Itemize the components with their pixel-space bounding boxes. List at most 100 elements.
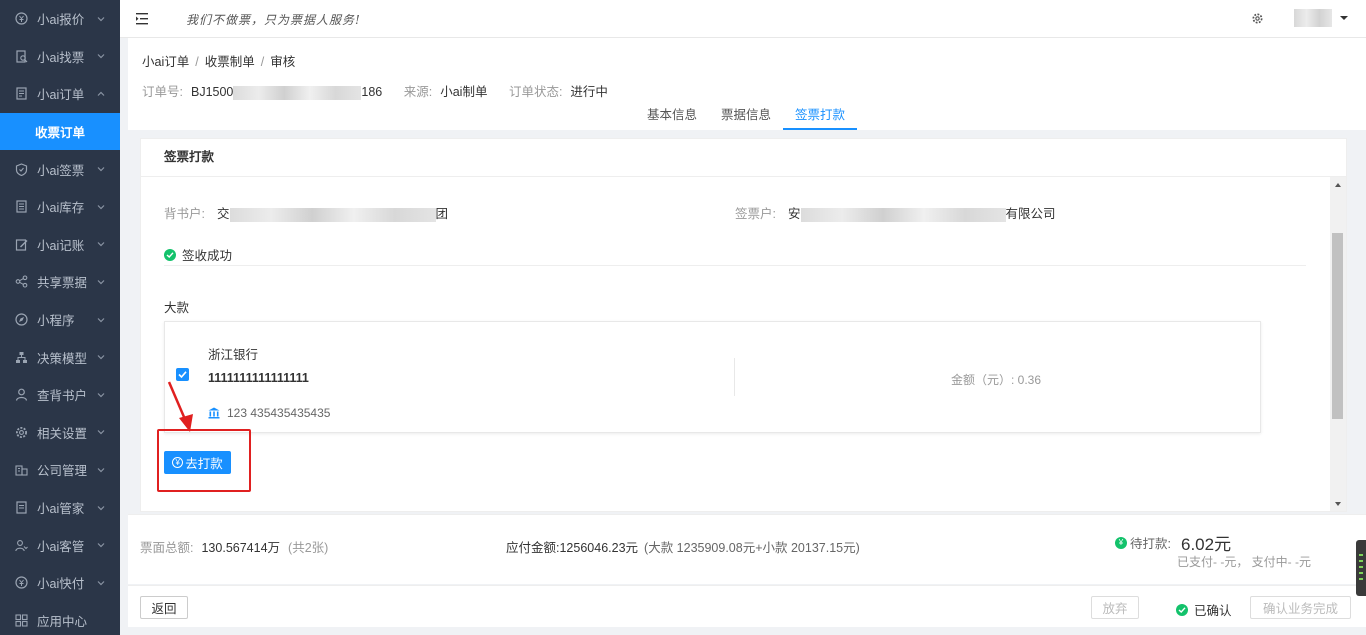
- sidebar-item-label: 小程序: [37, 314, 75, 329]
- compass-icon: [14, 313, 28, 327]
- panel-title: 签票打款: [141, 139, 1346, 177]
- check-circle-icon: [1176, 603, 1188, 616]
- menu-fold-icon[interactable]: [136, 12, 150, 26]
- scrollbar[interactable]: [1330, 177, 1346, 511]
- redacted-block: [800, 207, 1006, 222]
- breadcrumb: 小ai订单 / 收票制单 / 审核: [142, 55, 296, 69]
- tab-basic-info[interactable]: 基本信息: [635, 100, 709, 130]
- payable-value: 1256046.23元: [559, 541, 639, 555]
- chevron-down-icon: [97, 355, 105, 360]
- total-label: 票面总额:: [140, 541, 194, 555]
- sidebar-item-15[interactable]: 小ai快付: [0, 564, 120, 602]
- chevron-down-icon: [97, 167, 105, 172]
- sidebar-item-label: 决策模型: [37, 351, 88, 366]
- sidebar-item-16[interactable]: 应用中心: [0, 602, 120, 635]
- sidebar-item-13[interactable]: 小ai管家: [0, 489, 120, 527]
- sidebar-item-12[interactable]: 公司管理: [0, 451, 120, 489]
- sidebar-item-8[interactable]: 小程序: [0, 301, 120, 339]
- breadcrumb-item: 审核: [270, 55, 296, 69]
- payable-amount: 应付金额:1256046.23元 (大款 1235909.08元+小款 20137…: [506, 537, 860, 556]
- give-up-button[interactable]: 放弃: [1091, 596, 1139, 619]
- sidebar-item-9[interactable]: 决策模型: [0, 338, 120, 376]
- sidebar-item-6[interactable]: 小ai记账: [0, 226, 120, 264]
- sidebar-item-0[interactable]: 小ai报价: [0, 0, 120, 38]
- signer-prefix: 安: [787, 207, 801, 221]
- users-icon: [14, 538, 28, 552]
- sidebar-item-label: 查背书户: [37, 389, 88, 404]
- tab-bill-info[interactable]: 票据信息: [709, 100, 783, 130]
- payable-label: 应付金额:: [506, 541, 560, 555]
- confirm-complete-button[interactable]: 确认业务完成: [1250, 596, 1351, 619]
- hierarchy-icon: [14, 350, 28, 364]
- sidebar-item-3[interactable]: 收票订单: [0, 112, 120, 151]
- tab-sign-pay[interactable]: 签票打款: [783, 100, 858, 130]
- avatar[interactable]: [1294, 9, 1332, 27]
- total-face-amount: 票面总额: 130.567414万 (共2张): [140, 537, 328, 556]
- sidebar-item-label: 小ai客管: [37, 539, 85, 554]
- order-icon: [14, 87, 28, 101]
- card-divider: [734, 358, 735, 396]
- pending-payment: ¥ 待打款: 6.02元: [1115, 530, 1231, 555]
- sidebar-item-7[interactable]: 共享票据: [0, 263, 120, 301]
- slogan: 我们不做票，只为票据人服务!: [186, 13, 361, 27]
- chevron-down-icon: [97, 16, 105, 22]
- order-meta: 订单号: BJ1500 186 来源: 小ai制单 订单状态: 进行中: [142, 81, 626, 100]
- breadcrumb-item[interactable]: 收票制单: [205, 55, 255, 69]
- sidebar-item-label: 小ai库存: [37, 201, 85, 216]
- chevron-down-icon: [97, 242, 105, 247]
- chevron-down-icon: [97, 54, 105, 59]
- sidebar-item-label: 小ai找票: [37, 50, 85, 65]
- order-no-label: 订单号:: [142, 85, 183, 99]
- signer-suffix: 有限公司: [1005, 207, 1056, 221]
- status-label: 订单状态:: [508, 85, 563, 99]
- redacted-block: [229, 207, 436, 222]
- divider: [164, 265, 1306, 266]
- grid-icon: [14, 613, 28, 627]
- order-no-suffix: 186: [361, 85, 383, 99]
- total-value: 130.567414万: [201, 541, 281, 555]
- sidebar-item-14[interactable]: 小ai客管: [0, 526, 120, 564]
- signer-row: 签票户: 安 有限公司: [735, 203, 1056, 222]
- sidebar-item-label: 共享票据: [37, 276, 88, 291]
- doc-icon: [14, 501, 28, 515]
- edit-icon: [14, 237, 28, 251]
- sidebar-item-2[interactable]: 小ai订单: [0, 75, 120, 113]
- total-count: (共2张): [288, 541, 329, 555]
- chevron-down-icon: [97, 430, 105, 435]
- sidebar-item-1[interactable]: 小ai找票: [0, 38, 120, 76]
- chevron-down-icon: [97, 280, 105, 285]
- user-icon: [14, 388, 28, 402]
- status-value: 进行中: [570, 85, 608, 99]
- sidebar-item-4[interactable]: 小ai签票: [0, 150, 120, 188]
- amount-text: 金额（元）: 0.36: [951, 373, 1042, 387]
- payee-account-card[interactable]: 浙江银行 1111111111111111 123 435435435435 金…: [164, 321, 1261, 433]
- caret-down-icon[interactable]: [1340, 14, 1348, 22]
- sidebar-item-10[interactable]: 查背书户: [0, 376, 120, 414]
- pay-icon: [14, 576, 28, 590]
- side-widget[interactable]: [1356, 540, 1366, 596]
- share-icon: [14, 275, 28, 289]
- sidebar-item-11[interactable]: 相关设置: [0, 414, 120, 452]
- scroll-down-icon[interactable]: [1335, 502, 1341, 506]
- endorser-label: 背书户:: [164, 207, 205, 221]
- scrollbar-thumb[interactable]: [1332, 233, 1343, 419]
- sidebar-item-label: 收票订单: [34, 126, 85, 141]
- scroll-up-icon[interactable]: [1335, 183, 1341, 187]
- sidebar-item-5[interactable]: 小ai库存: [0, 188, 120, 226]
- inventory-icon: [14, 200, 28, 214]
- sidebar-item-label: 小ai订单: [37, 88, 85, 103]
- breadcrumb-item[interactable]: 小ai订单: [142, 55, 189, 69]
- sidebar-item-label: 小ai签票: [37, 163, 85, 178]
- sidebar: 小ai报价小ai找票小ai订单收票订单小ai签票小ai库存小ai记账共享票据小程…: [0, 0, 120, 635]
- chevron-down-icon: [97, 543, 105, 548]
- order-no-prefix: BJ1500: [190, 85, 234, 99]
- payable-detail: (大款 1235909.08元+小款 20137.15元): [644, 541, 860, 555]
- check-circle-icon: [164, 248, 176, 261]
- sidebar-item-label: 小ai报价: [37, 13, 85, 28]
- gear-icon[interactable]: [1251, 12, 1264, 25]
- quote-icon: [14, 12, 28, 26]
- endorser-prefix: 交: [216, 207, 230, 221]
- bank-branch-line: 123 435435435435: [208, 406, 330, 420]
- confirmed-status: 已确认: [1176, 600, 1232, 619]
- back-button[interactable]: 返回: [140, 596, 188, 619]
